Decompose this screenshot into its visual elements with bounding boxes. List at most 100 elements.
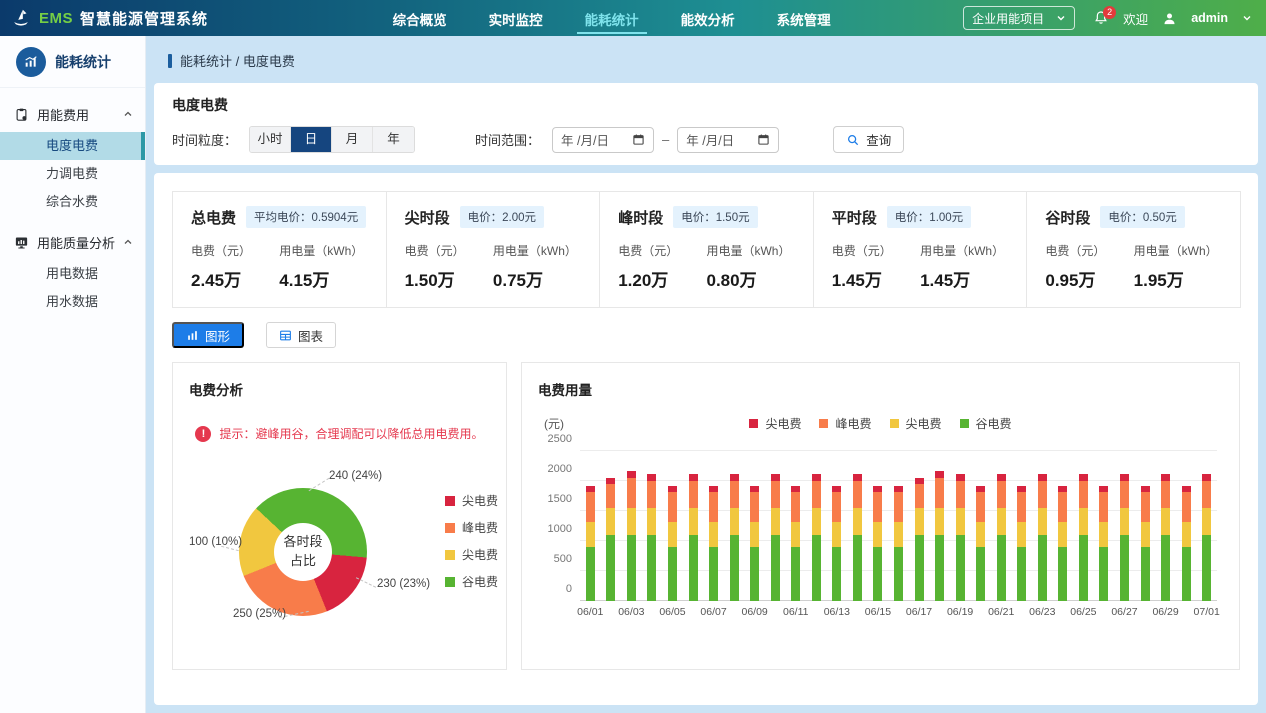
legend-item[interactable]: 峰电费 [445, 519, 498, 536]
bar-segment[interactable] [997, 535, 1006, 601]
bar-segment[interactable] [935, 535, 944, 601]
bar-segment[interactable] [997, 481, 1006, 508]
bar-stack[interactable]: 06/07 [703, 451, 724, 601]
bar-segment[interactable] [1120, 508, 1129, 535]
bar-segment[interactable] [1017, 522, 1026, 547]
notification-bell[interactable]: 2 [1093, 10, 1109, 26]
bar-segment[interactable] [750, 522, 759, 547]
bar-segment[interactable] [1099, 492, 1108, 522]
sidebar-item-water-fee[interactable]: 综合水费 [0, 188, 145, 216]
bar-segment[interactable] [1038, 481, 1047, 508]
bar-stack[interactable]: 07/01 [1196, 451, 1217, 601]
bar-stack[interactable]: 06/25 [1073, 451, 1094, 601]
bar-segment[interactable] [935, 508, 944, 535]
bar-segment[interactable] [1182, 547, 1191, 601]
bar-segment[interactable] [832, 492, 841, 522]
bar-segment[interactable] [1120, 481, 1129, 508]
bar-segment[interactable] [812, 535, 821, 601]
bar-segment[interactable] [976, 492, 985, 522]
bar-segment[interactable] [709, 547, 718, 601]
sidebar-item-electric-degree-fee[interactable]: 电度电费 [0, 132, 145, 160]
bar-segment[interactable] [873, 547, 882, 601]
bar-segment[interactable] [771, 474, 780, 481]
bar-segment[interactable] [1202, 535, 1211, 601]
bar-stack[interactable] [765, 451, 786, 601]
donut-ring[interactable] [239, 488, 367, 616]
bar-segment[interactable] [997, 474, 1006, 481]
bar-segment[interactable] [1038, 474, 1047, 481]
bar-segment[interactable] [1120, 474, 1129, 481]
nav-realtime[interactable]: 实时监控 [487, 0, 545, 36]
search-button[interactable]: 查询 [833, 126, 904, 153]
bar-stack[interactable]: 06/23 [1032, 451, 1053, 601]
bar-segment[interactable] [709, 492, 718, 522]
bar-segment[interactable] [1058, 522, 1067, 547]
bar-stack[interactable] [1176, 451, 1197, 601]
granularity-month-button[interactable]: 月 [332, 127, 373, 152]
bar-segment[interactable] [1182, 522, 1191, 547]
bar-stack[interactable] [1094, 451, 1115, 601]
bar-segment[interactable] [1161, 481, 1170, 508]
bar-segment[interactable] [689, 535, 698, 601]
bar-segment[interactable] [956, 474, 965, 481]
bar-segment[interactable] [956, 481, 965, 508]
bar-stack[interactable] [1011, 451, 1032, 601]
bar-segment[interactable] [771, 508, 780, 535]
nav-overview[interactable]: 综合概览 [391, 0, 449, 36]
bar-segment[interactable] [586, 522, 595, 547]
bar-segment[interactable] [689, 481, 698, 508]
bar-stack[interactable]: 06/13 [827, 451, 848, 601]
bar-stack[interactable] [1135, 451, 1156, 601]
bar-segment[interactable] [1161, 508, 1170, 535]
bar-stack[interactable]: 06/17 [909, 451, 930, 601]
bar-segment[interactable] [853, 481, 862, 508]
bar-stack[interactable] [806, 451, 827, 601]
graph-view-button[interactable]: 图形 [172, 322, 244, 348]
end-date-input[interactable]: 年 /月/日 [677, 127, 779, 153]
bar-stack[interactable] [724, 451, 745, 601]
bar-segment[interactable] [647, 535, 656, 601]
bar-segment[interactable] [1202, 508, 1211, 535]
bar-segment[interactable] [812, 481, 821, 508]
bar-segment[interactable] [915, 484, 924, 508]
legend-item[interactable]: 尖电费 [890, 415, 942, 432]
bar-segment[interactable] [689, 508, 698, 535]
bar-stack[interactable]: 06/09 [744, 451, 765, 601]
username[interactable]: admin [1191, 11, 1228, 25]
bar-stack[interactable]: 06/27 [1114, 451, 1135, 601]
bar-segment[interactable] [730, 535, 739, 601]
bar-segment[interactable] [627, 535, 636, 601]
legend-item[interactable]: 尖电费 [749, 415, 801, 432]
bar-segment[interactable] [1182, 492, 1191, 522]
bar-segment[interactable] [586, 492, 595, 522]
bar-segment[interactable] [627, 478, 636, 508]
bar-segment[interactable] [997, 508, 1006, 535]
bar-segment[interactable] [915, 535, 924, 601]
table-view-button[interactable]: 图表 [266, 322, 336, 348]
bar-segment[interactable] [750, 547, 759, 601]
bar-stack[interactable]: 06/19 [950, 451, 971, 601]
bar-stack[interactable]: 06/21 [991, 451, 1012, 601]
legend-item[interactable]: 谷电费 [960, 415, 1012, 432]
bar-segment[interactable] [1079, 481, 1088, 508]
sidebar-group-quality[interactable]: 用能质量分析 [0, 224, 145, 260]
bar-segment[interactable] [730, 474, 739, 481]
sidebar-group-fees[interactable]: 用能费用 [0, 96, 145, 132]
bar-segment[interactable] [1038, 508, 1047, 535]
bar-stack[interactable] [847, 451, 868, 601]
bar-stack[interactable]: 06/11 [785, 451, 806, 601]
bar-segment[interactable] [1141, 547, 1150, 601]
project-select[interactable]: 企业用能项目 [963, 6, 1075, 30]
calendar-icon[interactable] [757, 133, 770, 146]
bar-segment[interactable] [1058, 547, 1067, 601]
bar-segment[interactable] [1161, 535, 1170, 601]
bar-stack[interactable]: 06/01 [580, 451, 601, 601]
start-date-input[interactable]: 年 /月/日 [552, 127, 654, 153]
bar-segment[interactable] [668, 547, 677, 601]
bar-segment[interactable] [647, 481, 656, 508]
legend-item[interactable]: 谷电费 [445, 573, 498, 590]
bar-segment[interactable] [832, 547, 841, 601]
granularity-hour-button[interactable]: 小时 [250, 127, 291, 152]
sidebar-item-water-data[interactable]: 用水数据 [0, 288, 145, 316]
bar-segment[interactable] [1099, 522, 1108, 547]
